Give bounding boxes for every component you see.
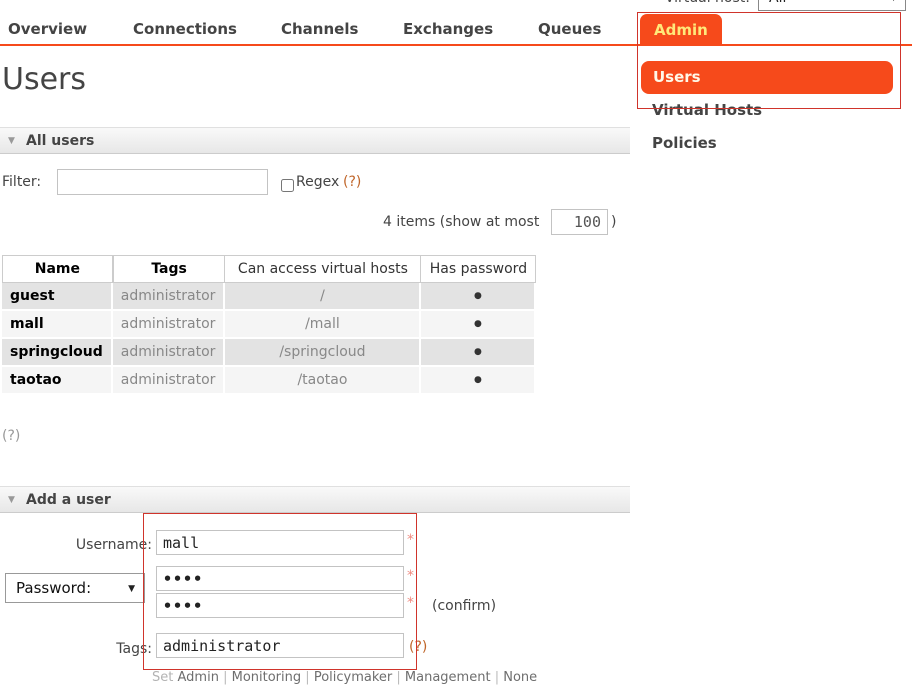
tag-link-admin[interactable]: Admin (178, 670, 219, 685)
has-password-dot: ● (421, 311, 536, 339)
tag-link-management[interactable]: Management (405, 670, 491, 685)
tab-exchanges[interactable]: Exchanges (403, 20, 493, 38)
section-title: All users (26, 133, 94, 149)
required-asterisk: * (407, 595, 414, 611)
tab-admin[interactable]: Admin (640, 14, 722, 46)
user-tags: administrator (113, 339, 226, 367)
user-name-link[interactable]: guest (2, 283, 113, 311)
chevron-down-icon: ▼ (128, 584, 135, 594)
password-confirm-field[interactable] (156, 593, 404, 618)
regex-checkbox[interactable] (281, 179, 294, 192)
chevron-down-icon: ▼ (890, 0, 897, 3)
tag-link-policymaker[interactable]: Policymaker (314, 670, 392, 685)
has-password-dot: ● (421, 367, 536, 395)
user-vhosts: /mall (225, 311, 421, 339)
user-tags: administrator (113, 367, 226, 395)
tab-channels[interactable]: Channels (281, 20, 358, 38)
tag-link-none[interactable]: None (503, 670, 537, 685)
password-type-select[interactable]: Password: ▼ (5, 573, 145, 603)
tab-queues[interactable]: Queues (538, 20, 601, 38)
section-header-all-users[interactable]: ▼ All users (0, 127, 630, 154)
required-asterisk: * (407, 568, 414, 584)
show-at-most-input[interactable] (551, 209, 608, 235)
user-name-link[interactable]: mall (2, 311, 113, 339)
separator: | (223, 670, 227, 685)
username-label: Username: (0, 537, 152, 553)
tab-overview[interactable]: Overview (8, 20, 87, 38)
col-header-has-password: Has password (421, 255, 536, 283)
tags-help-link[interactable]: (?) (409, 639, 427, 655)
user-tags: administrator (113, 311, 226, 339)
sidebar-item-users[interactable]: Users (641, 61, 893, 94)
separator: | (396, 670, 400, 685)
user-vhosts: /springcloud (225, 339, 421, 367)
user-name-link[interactable]: springcloud (2, 339, 113, 367)
table-row: mall administrator /mall ● (2, 311, 536, 339)
col-header-vhosts: Can access virtual hosts (225, 255, 421, 283)
tags-label: Tags: (0, 641, 152, 657)
col-header-tags: Tags (113, 255, 226, 283)
regex-label: Regex (296, 174, 339, 190)
col-header-name: Name (2, 255, 113, 283)
table-header-row: Name Tags Can access virtual hosts Has p… (2, 255, 536, 283)
confirm-label: (confirm) (432, 598, 496, 614)
password-type-value: Password: (16, 579, 91, 597)
set-label: Set (152, 670, 173, 685)
tags-field[interactable] (156, 633, 404, 658)
table-help-link[interactable]: (?) (2, 428, 20, 444)
tab-connections[interactable]: Connections (133, 20, 237, 38)
section-title: Add a user (26, 492, 111, 508)
users-table: Name Tags Can access virtual hosts Has p… (2, 255, 536, 395)
collapse-triangle-icon: ▼ (8, 136, 15, 146)
rabbitmq-admin-users-page: Virtual host: All ▼ Overview Connections… (0, 0, 912, 694)
user-name-link[interactable]: taotao (2, 367, 113, 395)
tag-link-monitoring[interactable]: Monitoring (232, 670, 302, 685)
virtual-host-label: Virtual host: (640, 0, 750, 6)
virtual-host-select[interactable]: All ▼ (758, 0, 906, 11)
items-count-text-close: ) (611, 214, 616, 230)
separator: | (305, 670, 309, 685)
table-row: springcloud administrator /springcloud ● (2, 339, 536, 367)
user-tags: administrator (113, 283, 226, 311)
user-vhosts: / (225, 283, 421, 311)
filter-input[interactable] (57, 169, 268, 195)
regex-help-link[interactable]: (?) (343, 174, 361, 190)
table-row: taotao administrator /taotao ● (2, 367, 536, 395)
separator: | (495, 670, 499, 685)
nav-underline (0, 44, 912, 46)
page-title: Users (2, 62, 86, 97)
table-row: guest administrator / ● (2, 283, 536, 311)
virtual-host-value: All (769, 0, 786, 6)
has-password-dot: ● (421, 283, 536, 311)
filter-label: Filter: (2, 174, 41, 190)
required-asterisk: * (407, 532, 414, 548)
collapse-triangle-icon: ▼ (8, 495, 15, 505)
password-field[interactable] (156, 566, 404, 591)
has-password-dot: ● (421, 339, 536, 367)
user-vhosts: /taotao (225, 367, 421, 395)
sidebar-item-policies[interactable]: Policies (652, 134, 717, 152)
tag-shortcuts-row: Set Admin | Monitoring | Policymaker | M… (152, 670, 537, 685)
sidebar-item-virtual-hosts[interactable]: Virtual Hosts (652, 101, 762, 119)
username-field[interactable] (156, 530, 404, 555)
section-header-add-user[interactable]: ▼ Add a user (0, 486, 630, 513)
items-count-text: 4 items (show at most (383, 214, 539, 230)
